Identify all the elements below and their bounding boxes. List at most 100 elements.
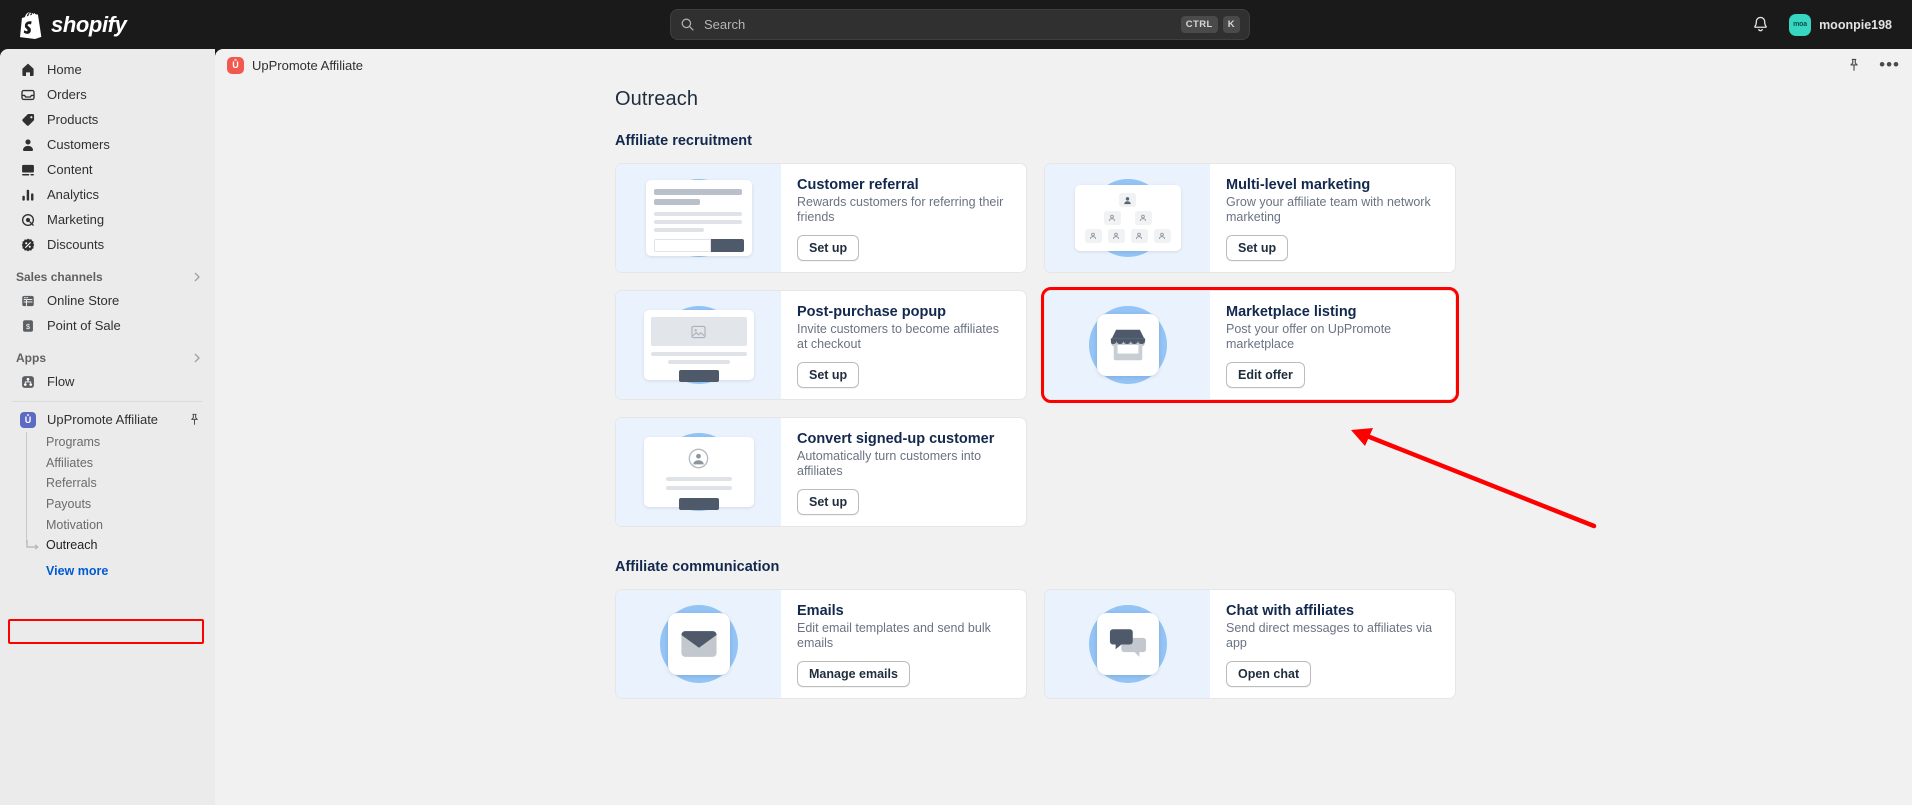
analytics-bars-icon [20, 187, 36, 203]
sidebar-item-label: Products [47, 112, 99, 127]
search-shortcut-k: K [1222, 16, 1240, 33]
card-chat-with-affiliates[interactable]: Chat with affiliates Send direct message… [1044, 589, 1456, 699]
top-bar-actions: moa moonpie198 [1751, 0, 1898, 49]
app-header-bar: Ů UpPromote Affiliate ••• [215, 49, 1912, 81]
sidebar-item-affiliates[interactable]: Affiliates [8, 453, 207, 474]
card-description: Edit email templates and send bulk email… [797, 621, 991, 650]
card-thumbnail [616, 418, 781, 526]
sidebar-item-analytics[interactable]: Analytics [8, 182, 207, 207]
card-description: Rewards customers for referring their fr… [797, 195, 1004, 224]
manage-emails-button[interactable]: Manage emails [797, 661, 910, 687]
card-body: Convert signed-up customer Automatically… [781, 418, 1026, 526]
sidebar-item-outreach[interactable]: Outreach [8, 535, 207, 556]
point-of-sale-icon: $ [20, 318, 36, 334]
sidebar-item-products[interactable]: Products [8, 107, 207, 132]
flow-icon [20, 374, 36, 390]
sidebar-item-online-store[interactable]: Online Store [8, 288, 207, 313]
card-convert-signed-up-customer[interactable]: Convert signed-up customer Automatically… [615, 417, 1027, 527]
products-tag-icon [20, 112, 36, 128]
sidebar-sub-label: Affiliates [46, 455, 94, 470]
card-description: Automatically turn customers into affili… [797, 449, 982, 478]
sidebar-item-motivation[interactable]: Motivation [8, 514, 207, 535]
more-horizontal-icon[interactable]: ••• [1879, 56, 1900, 73]
card-emails[interactable]: Emails Edit email templates and send bul… [615, 589, 1027, 699]
search-placeholder: Search [704, 17, 746, 32]
content-image-icon [20, 162, 36, 178]
card-multi-level-marketing[interactable]: Multi-level marketing Grow your affiliat… [1044, 163, 1456, 273]
image-placeholder-icon [691, 325, 706, 338]
card-description: Grow your affiliate team with network ma… [1226, 195, 1431, 224]
sidebar-item-customers[interactable]: Customers [8, 132, 207, 157]
top-bar: shopify Search CTRL K moa moonpie198 [0, 0, 1912, 49]
outreach-highlight-box [8, 619, 204, 644]
sidebar-item-programs[interactable]: Programs [8, 432, 207, 453]
sidebar-item-referrals[interactable]: Referrals [8, 473, 207, 494]
pin-icon[interactable] [1847, 58, 1861, 72]
card-thumbnail [616, 291, 781, 399]
sidebar-item-label: Content [47, 162, 93, 177]
card-marketplace-listing[interactable]: Marketplace listing Post your offer on U… [1041, 287, 1459, 403]
convert-customer-art [643, 437, 754, 510]
sidebar-item-flow[interactable]: Flow [8, 369, 207, 394]
sidebar-sub-label: Outreach [46, 538, 98, 553]
sidebar-sub-label: Programs [46, 435, 101, 450]
marketing-target-icon [20, 212, 36, 228]
pin-icon[interactable] [188, 413, 201, 426]
customers-person-icon [20, 137, 36, 153]
open-chat-button[interactable]: Open chat [1226, 661, 1312, 687]
search-icon [681, 18, 694, 31]
shopify-brand[interactable]: shopify [18, 11, 218, 39]
user-name: moonpie198 [1819, 17, 1892, 32]
card-title: Marketplace listing [1226, 304, 1357, 320]
sidebar-item-discounts[interactable]: Discounts [8, 232, 207, 257]
card-title: Convert signed-up customer [797, 431, 995, 447]
global-search-bar[interactable]: Search CTRL K [670, 9, 1250, 40]
sidebar-item-payouts[interactable]: Payouts [8, 494, 207, 515]
mlm-tree-art [1074, 185, 1181, 251]
section-affiliate-communication: Affiliate communication Emails Edit emai… [615, 559, 1912, 699]
card-thumbnail [616, 590, 781, 698]
card-post-purchase-popup[interactable]: Post-purchase popup Invite customers to … [615, 290, 1027, 400]
card-title: Chat with affiliates [1226, 603, 1355, 619]
envelope-art [667, 613, 730, 675]
online-store-icon [20, 293, 36, 309]
card-action-button[interactable]: Set up [797, 362, 860, 388]
page-title: Outreach [615, 88, 699, 110]
elbow-arrow-icon [26, 540, 39, 550]
uppromote-app-icon: Ů [227, 56, 244, 74]
sidebar-group-sales-channels[interactable]: Sales channels [16, 270, 203, 284]
orders-icon [20, 87, 36, 103]
section-affiliate-recruitment: Affiliate recruitment Customer referral … [615, 133, 1912, 527]
sidebar-divider [12, 401, 203, 402]
page-content: Outreach Affiliate recruitment Customer … [215, 88, 1912, 699]
sidebar-item-point-of-sale[interactable]: $ Point of Sale [8, 313, 207, 338]
sidebar-item-label: Point of Sale [47, 318, 121, 333]
sidebar-item-orders[interactable]: Orders [8, 82, 207, 107]
card-body: Emails Edit email templates and send bul… [781, 590, 1026, 698]
edit-offer-button[interactable]: Edit offer [1226, 362, 1305, 388]
sidebar-sub-label: Payouts [46, 497, 92, 512]
main-content: Ů UpPromote Affiliate ••• Outreach Affil… [215, 49, 1912, 805]
sidebar-group-apps[interactable]: Apps [16, 351, 203, 365]
bell-icon[interactable] [1751, 15, 1770, 34]
avatar: moa [1789, 13, 1812, 36]
popup-art [643, 310, 754, 382]
card-thumbnail [1045, 291, 1210, 399]
sidebar-item-label: Discounts [47, 237, 105, 252]
sidebar-item-marketing[interactable]: Marketing [8, 207, 207, 232]
sidebar-item-content[interactable]: Content [8, 157, 207, 182]
sidebar-view-more-link[interactable]: View more [8, 561, 207, 581]
sidebar-item-home[interactable]: Home [8, 57, 207, 82]
card-customer-referral[interactable]: Customer referral Rewards customers for … [615, 163, 1027, 273]
sidebar-item-uppromote-affiliate[interactable]: Ů UpPromote Affiliate [8, 407, 207, 432]
user-menu[interactable]: moa moonpie198 [1783, 11, 1898, 39]
storefront-art [1096, 314, 1159, 376]
card-action-button[interactable]: Set up [797, 235, 860, 261]
card-action-button[interactable]: Set up [1226, 235, 1289, 261]
shopify-bag-icon [20, 11, 42, 39]
app-header-actions: ••• [1847, 56, 1900, 73]
card-title: Multi-level marketing [1226, 177, 1371, 193]
card-action-button[interactable]: Set up [797, 489, 860, 515]
envelope-icon [680, 631, 717, 657]
card-body: Multi-level marketing Grow your affiliat… [1210, 164, 1455, 272]
